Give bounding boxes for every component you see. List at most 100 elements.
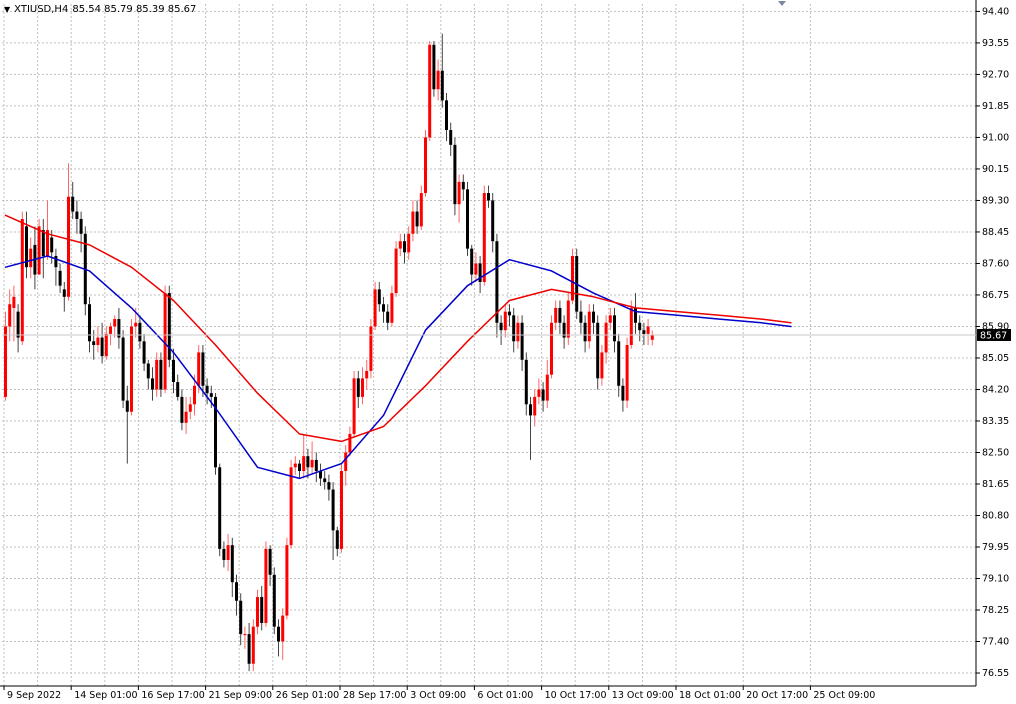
candle-body <box>596 322 600 379</box>
candle-body <box>600 352 604 379</box>
candle-body <box>445 100 448 131</box>
candle-body <box>541 389 545 401</box>
candle-body <box>197 352 201 386</box>
candle-body <box>642 330 646 334</box>
x-tick-label: 3 Oct 09:00 <box>410 690 466 701</box>
candle-body <box>608 315 612 323</box>
symbol-info: ▼ XTIUSD,H4 85.54 85.79 85.39 85.67 <box>4 4 196 15</box>
candle-body <box>474 263 478 275</box>
candle-body <box>390 293 394 323</box>
candle-body <box>41 230 45 257</box>
candle-body <box>344 452 348 472</box>
candle-body <box>16 311 20 338</box>
candle-body <box>180 396 184 423</box>
candle-body <box>79 218 83 234</box>
candle-body <box>62 289 66 297</box>
candle-body <box>243 634 247 636</box>
y-tick-label: 84.20 <box>982 384 1009 395</box>
symbol-timeframe: XTIUSD,H4 <box>14 4 69 15</box>
y-tick-label: 81.65 <box>982 479 1009 490</box>
candle-body <box>466 189 469 249</box>
candle-body <box>96 337 100 345</box>
candle-body <box>533 396 537 416</box>
candle-body <box>629 307 633 345</box>
candle-body <box>487 193 490 201</box>
candle-body <box>545 374 549 401</box>
candle-body <box>407 233 411 253</box>
candles <box>4 33 654 672</box>
candle-body <box>457 181 461 205</box>
candle-body <box>285 545 289 616</box>
candle-body <box>159 359 163 390</box>
candle-body <box>579 311 583 323</box>
y-tick-label: 76.55 <box>982 668 1009 679</box>
candle-body <box>239 600 243 635</box>
candle-body <box>71 196 75 212</box>
candle-body <box>352 378 356 434</box>
x-tick-label: 25 Oct 09:00 <box>813 690 875 701</box>
candle-body <box>310 459 314 468</box>
candle-body <box>348 433 352 453</box>
candle-body <box>12 296 16 308</box>
y-tick-label: 83.35 <box>982 416 1009 427</box>
y-tick-label: 91.85 <box>982 101 1009 112</box>
x-tick-label: 14 Sep 01:00 <box>74 690 137 701</box>
candle-body <box>516 322 520 342</box>
candle-body <box>503 311 507 331</box>
candle-body <box>394 248 398 294</box>
y-tick-label: 91.00 <box>982 132 1009 143</box>
candle-body <box>100 337 104 357</box>
candle-body <box>369 326 373 371</box>
y-tick-label: 94.40 <box>982 6 1009 17</box>
candle-body <box>583 322 587 342</box>
candle-body <box>29 248 33 268</box>
candle-body <box>382 304 385 312</box>
candle-body <box>268 548 272 575</box>
chart-shift-marker <box>778 1 786 6</box>
candle-body <box>314 459 318 472</box>
candle-body <box>155 359 159 390</box>
candle-body <box>277 626 280 642</box>
triangle-down-icon[interactable]: ▼ <box>4 5 10 15</box>
candle-body <box>281 615 285 642</box>
candle-body <box>524 359 528 405</box>
candle-body <box>436 70 440 90</box>
candle-body <box>621 385 625 401</box>
candle-body <box>306 456 310 468</box>
candle-body <box>554 307 558 323</box>
candle-body <box>335 530 339 549</box>
candle-body <box>125 400 129 412</box>
candle-body <box>415 211 419 227</box>
candle-body <box>113 319 117 327</box>
candle-body <box>453 144 457 205</box>
grid-lines <box>2 4 976 686</box>
candle-body <box>302 456 306 472</box>
candle-body <box>58 270 62 286</box>
candle-body <box>163 293 167 390</box>
y-tick-label: 92.70 <box>982 69 1009 80</box>
candle-body <box>461 181 465 190</box>
candle-body <box>67 196 70 297</box>
candle-body <box>566 300 570 338</box>
candle-body <box>218 467 222 549</box>
x-tick-label: 6 Oct 01:00 <box>477 690 533 701</box>
candle-body <box>109 326 112 334</box>
candle-body <box>403 241 406 253</box>
candle-body <box>235 582 238 601</box>
price-chart[interactable]: 94.40 93.55 92.70 91.85 91.00 90.15 89.30 88.45… <box>0 0 1016 704</box>
candle-body <box>550 322 553 375</box>
candle-body <box>512 315 516 342</box>
candle-body <box>88 304 91 342</box>
y-tick-label: 90.15 <box>982 164 1009 175</box>
candle-body <box>298 463 301 472</box>
candle-body <box>138 322 142 342</box>
y-tick-label: 78.25 <box>982 605 1009 616</box>
candle-body <box>272 574 276 627</box>
candle-body <box>184 411 188 423</box>
candle-body <box>92 341 96 345</box>
candle-body <box>634 307 637 323</box>
y-tick-label: 79.10 <box>982 574 1009 585</box>
y-tick-label: 86.75 <box>982 290 1009 301</box>
x-tick-label: 13 Oct 09:00 <box>612 690 674 701</box>
candle-body <box>209 393 213 397</box>
